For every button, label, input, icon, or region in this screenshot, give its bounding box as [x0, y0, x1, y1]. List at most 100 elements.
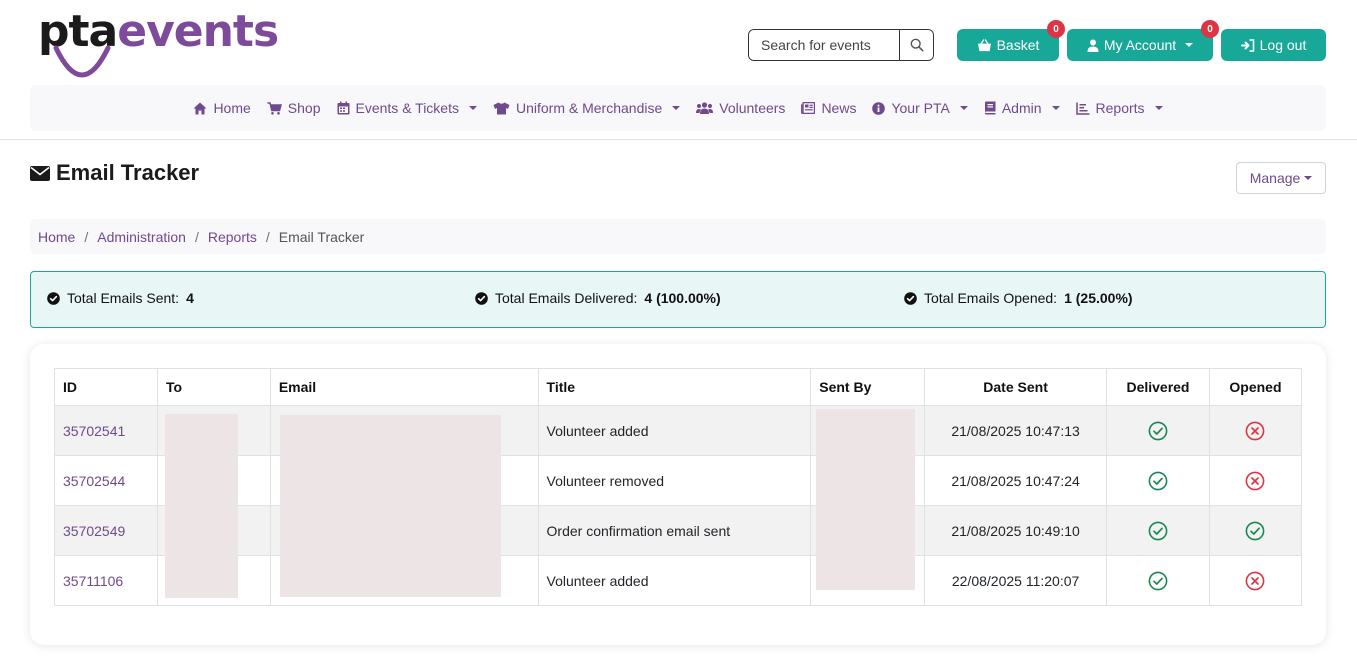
search-icon	[910, 38, 923, 52]
user-icon	[1087, 39, 1099, 52]
email-tracker-table: ID To Email Title Sent By Date Sent Deli…	[54, 368, 1303, 606]
my-account-button[interactable]: My Account 0	[1067, 20, 1219, 61]
cell-title: Volunteer added	[537, 405, 812, 456]
nav-events-label: Events & Tickets	[355, 100, 459, 116]
breadcrumb-separator: /	[194, 228, 199, 245]
redacted-email-column	[280, 415, 501, 597]
cell-date-sent: 21/08/2025 10:47:24	[924, 455, 1107, 506]
breadcrumb-reports[interactable]: Reports	[208, 229, 257, 245]
breadcrumb-separator: /	[265, 228, 270, 245]
column-header-date-sent[interactable]: Date Sent	[924, 368, 1107, 406]
column-header-sent-by[interactable]: Sent By	[810, 368, 926, 406]
nav-item-shop[interactable]: Shop	[267, 100, 321, 116]
check-circle-icon	[47, 291, 60, 305]
page-title: Email Tracker	[30, 160, 199, 186]
table-row: 35702544 Volunteer removed 21/08/2025 10:4…	[54, 455, 1303, 506]
breadcrumb: Home / Administration / Reports / Email …	[30, 219, 1326, 254]
pta-events-logo[interactable]: ptaevents	[38, 8, 279, 80]
cell-date-sent: 21/08/2025 10:49:10	[924, 505, 1107, 556]
cell-date-sent: 21/08/2025 10:47:13	[924, 405, 1107, 456]
cell-opened	[1208, 455, 1303, 506]
nav-your-pta-label: Your PTA	[891, 100, 950, 116]
search-button[interactable]	[899, 30, 933, 60]
table-row: 35702549 Order confirmation email sent 21/…	[54, 505, 1303, 556]
nav-volunteers-label: Volunteers	[719, 100, 786, 116]
logout-button[interactable]: Log out	[1221, 29, 1326, 61]
breadcrumb-home[interactable]: Home	[38, 229, 75, 245]
main-nav: Home Shop Events & Tickets Uniform & Mer…	[30, 85, 1326, 131]
column-header-opened[interactable]: Opened	[1208, 368, 1303, 406]
column-header-email[interactable]: Email	[269, 368, 539, 406]
newspaper-icon	[801, 102, 816, 114]
stat-total-sent: Total Emails Sent: 4	[47, 290, 194, 306]
nav-item-admin[interactable]: Admin	[984, 100, 1060, 116]
nav-home-label: Home	[213, 100, 251, 116]
chevron-down-icon	[1185, 43, 1194, 47]
basket-button[interactable]: Basket 0	[957, 20, 1065, 61]
check-circle-outline-icon	[1148, 571, 1168, 590]
calendar-icon	[337, 101, 349, 115]
nav-item-uniform[interactable]: Uniform & Merchandise	[493, 100, 681, 116]
cell-opened	[1208, 505, 1303, 556]
stat-opened-label: Total Emails Opened:	[924, 290, 1058, 306]
book-icon	[984, 101, 996, 115]
cell-date-sent: 22/08/2025 11:20:07	[924, 555, 1107, 606]
cell-delivered	[1106, 555, 1210, 606]
cell-delivered	[1106, 405, 1210, 456]
manage-dropdown-button[interactable]: Manage	[1236, 162, 1326, 194]
chevron-down-icon	[1154, 106, 1163, 110]
column-header-id[interactable]: ID	[54, 368, 158, 406]
x-circle-outline-icon	[1245, 421, 1265, 440]
page-title-text: Email Tracker	[56, 160, 200, 185]
email-stats-panel: Total Emails Sent: 4 Total Emails Delive…	[30, 271, 1326, 328]
basket-count-badge: 0	[1047, 20, 1065, 38]
check-circle-icon	[904, 291, 917, 305]
stat-total-delivered: Total Emails Delivered: 4 (100.00%)	[475, 290, 721, 306]
basket-icon	[977, 38, 991, 51]
site-header: ptaevents Basket 0 My Account 0 Log out …	[0, 0, 1357, 140]
email-id-link[interactable]: 35702541	[63, 423, 125, 439]
x-circle-outline-icon	[1245, 471, 1265, 490]
email-id-link[interactable]: 35702544	[63, 473, 125, 489]
logo-smile-icon	[53, 45, 111, 78]
nav-item-your-pta[interactable]: Your PTA	[872, 100, 968, 116]
breadcrumb-current: Email Tracker	[278, 228, 365, 245]
check-circle-outline-icon	[1148, 421, 1168, 440]
check-circle-outline-icon	[1245, 521, 1265, 540]
cell-id: 35702541	[54, 405, 158, 456]
nav-shop-label: Shop	[287, 100, 321, 116]
check-circle-outline-icon	[1148, 521, 1168, 540]
x-circle-outline-icon	[1245, 571, 1265, 590]
chevron-down-icon	[1304, 176, 1313, 180]
nav-item-reports[interactable]: Reports	[1075, 100, 1163, 116]
check-circle-outline-icon	[1148, 471, 1168, 490]
redacted-sent-by-column	[816, 409, 915, 590]
cell-title: Order confirmation email sent	[537, 505, 812, 556]
nav-news-label: News	[821, 100, 857, 116]
users-icon	[696, 102, 714, 114]
cell-delivered	[1106, 505, 1210, 556]
nav-item-volunteers[interactable]: Volunteers	[696, 100, 785, 116]
redacted-to-column	[165, 414, 238, 598]
email-table-card: ID To Email Title Sent By Date Sent Deli…	[30, 344, 1326, 645]
nav-item-news[interactable]: News	[801, 100, 856, 116]
nav-item-events[interactable]: Events & Tickets	[337, 100, 477, 116]
table-row: 35711106 Volunteer added 22/08/2025 11:20:…	[54, 555, 1303, 606]
nav-item-home[interactable]: Home	[193, 100, 251, 116]
chevron-down-icon	[672, 106, 681, 110]
logout-label: Log out	[1259, 37, 1307, 53]
chevron-down-icon	[468, 106, 477, 110]
email-id-link[interactable]: 35702549	[63, 523, 125, 539]
chevron-down-icon	[1051, 106, 1060, 110]
chevron-down-icon	[959, 106, 968, 110]
breadcrumb-administration[interactable]: Administration	[97, 229, 186, 245]
search-input[interactable]	[749, 30, 899, 60]
column-header-title[interactable]: Title	[537, 368, 812, 406]
cell-id: 35702549	[54, 505, 158, 556]
cell-id: 35711106	[54, 555, 158, 606]
column-header-delivered[interactable]: Delivered	[1106, 368, 1210, 406]
column-header-to[interactable]: To	[156, 368, 271, 406]
email-id-link[interactable]: 35711106	[63, 573, 123, 589]
basket-label: Basket	[996, 37, 1040, 53]
nav-admin-label: Admin	[1001, 100, 1042, 116]
